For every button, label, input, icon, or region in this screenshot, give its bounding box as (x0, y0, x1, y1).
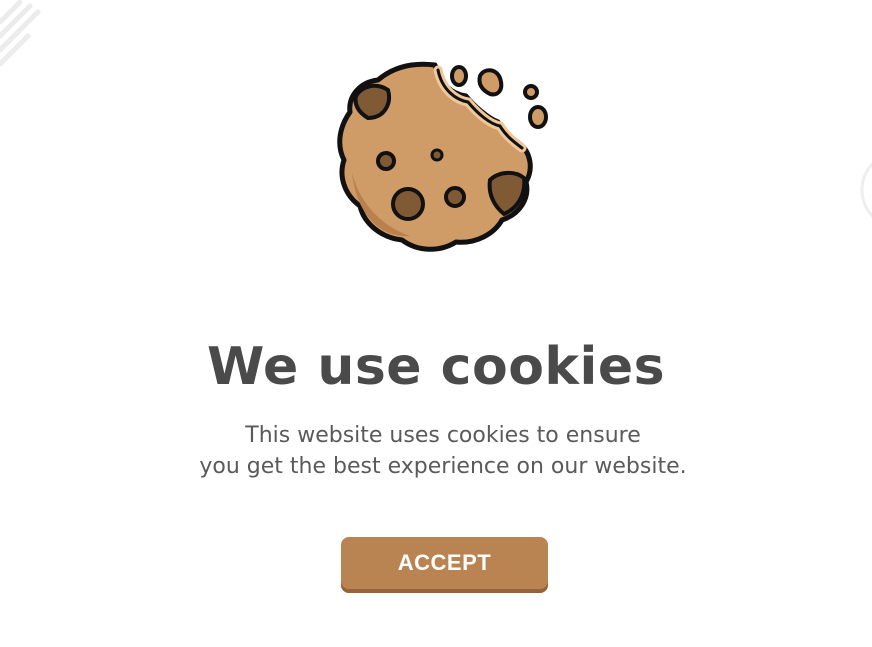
dialog-title: We use cookies (206, 337, 666, 397)
description-line-2: you get the best experience on our websi… (199, 454, 687, 479)
edge-arc-decoration (860, 162, 872, 218)
corner-stripes-decoration (0, 0, 41, 67)
cookie-icon (337, 61, 548, 252)
description-line-1: This website uses cookies to ensure (245, 423, 641, 448)
dialog-description: This website uses cookies to ensure you … (0, 420, 872, 482)
accept-button[interactable]: ACCEPT (341, 537, 548, 593)
